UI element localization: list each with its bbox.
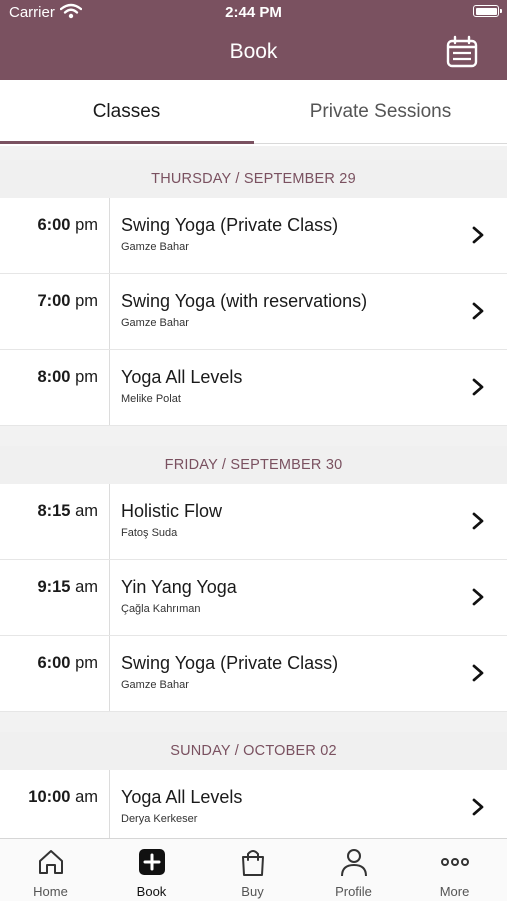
class-time: 10:00 am bbox=[28, 788, 98, 806]
page-title: Book bbox=[229, 40, 278, 63]
class-time: 9:15 am bbox=[37, 578, 98, 596]
chevron-right-icon bbox=[472, 664, 484, 682]
row-divider bbox=[109, 198, 110, 273]
tab-classes[interactable]: Classes bbox=[0, 80, 253, 146]
class-row[interactable]: 10:00 am Yoga All Levels Derya Kerkeser bbox=[0, 770, 507, 846]
tab-label: More bbox=[439, 884, 470, 899]
tab-home[interactable]: Home bbox=[0, 839, 101, 901]
person-icon bbox=[341, 849, 367, 877]
class-teacher: Gamze Bahar bbox=[121, 241, 189, 253]
calendar-icon[interactable] bbox=[445, 35, 479, 69]
tab-label: Home bbox=[33, 884, 68, 899]
chevron-right-icon bbox=[472, 226, 484, 244]
class-time: 8:15 am bbox=[37, 502, 98, 520]
day-header: SUNDAY / OCTOBER 02 bbox=[0, 732, 507, 770]
tab-selected-indicator bbox=[0, 141, 254, 144]
class-teacher: Gamze Bahar bbox=[121, 317, 189, 329]
tab-more[interactable]: More bbox=[404, 839, 505, 901]
class-name: Yoga All Levels bbox=[121, 787, 243, 807]
class-row[interactable]: 7:00 pm Swing Yoga (with reservations) G… bbox=[0, 274, 507, 350]
day-header: THURSDAY / SEPTEMBER 29 bbox=[0, 160, 507, 198]
class-row[interactable]: 8:15 am Holistic Flow Fatoş Suda bbox=[0, 484, 507, 560]
plus-square-icon bbox=[139, 849, 165, 875]
home-icon bbox=[39, 850, 63, 874]
class-schedule-list[interactable]: THURSDAY / SEPTEMBER 29 6:00 pm Swing Yo… bbox=[0, 160, 507, 846]
class-name: Swing Yoga (Private Class) bbox=[121, 215, 339, 235]
segment-tabs: Classes Private Sessions bbox=[0, 80, 507, 146]
class-teacher: Melike Polat bbox=[121, 393, 181, 405]
tab-book[interactable]: Book bbox=[101, 839, 202, 901]
class-name: Swing Yoga (Private Class) bbox=[121, 653, 339, 673]
class-name: Holistic Flow bbox=[121, 501, 223, 521]
row-divider bbox=[109, 484, 110, 559]
status-time: 2:44 PM bbox=[225, 4, 282, 21]
more-dots-icon bbox=[441, 858, 469, 866]
row-divider bbox=[109, 560, 110, 635]
row-divider bbox=[109, 274, 110, 349]
class-name: Swing Yoga (with reservations) bbox=[121, 291, 368, 311]
class-time: 8:00 pm bbox=[37, 368, 98, 386]
tab-label: Book bbox=[136, 884, 167, 899]
navigation-bar: Carrier 2:44 PM Book bbox=[0, 0, 507, 80]
tab-label: Buy bbox=[241, 884, 264, 899]
chevron-right-icon bbox=[472, 798, 484, 816]
class-time: 6:00 pm bbox=[37, 654, 98, 672]
day-header: FRIDAY / SEPTEMBER 30 bbox=[0, 446, 507, 484]
class-name: Yin Yang Yoga bbox=[121, 577, 237, 597]
chevron-right-icon bbox=[472, 302, 484, 320]
tab-label: Profile bbox=[335, 884, 372, 899]
chevron-right-icon bbox=[472, 378, 484, 396]
class-row[interactable]: 9:15 am Yin Yang Yoga Çağla Kahrıman bbox=[0, 560, 507, 636]
tab-profile[interactable]: Profile bbox=[303, 839, 404, 901]
class-teacher: Fatoş Suda bbox=[121, 527, 178, 539]
class-teacher: Derya Kerkeser bbox=[121, 813, 198, 825]
status-bar: Carrier 2:44 PM bbox=[0, 0, 507, 26]
tab-private-sessions[interactable]: Private Sessions bbox=[254, 80, 507, 146]
row-divider bbox=[109, 770, 110, 845]
chevron-right-icon bbox=[472, 588, 484, 606]
class-teacher: Gamze Bahar bbox=[121, 679, 189, 691]
shopping-bag-icon bbox=[242, 850, 264, 876]
class-row[interactable]: 8:00 pm Yoga All Levels Melike Polat bbox=[0, 350, 507, 426]
row-divider bbox=[109, 350, 110, 425]
battery-icon bbox=[473, 5, 502, 17]
class-teacher: Çağla Kahrıman bbox=[121, 603, 201, 615]
class-time: 6:00 pm bbox=[37, 216, 98, 234]
tab-buy[interactable]: Buy bbox=[202, 839, 303, 901]
bottom-tab-bar: Home Book Buy Profile More bbox=[0, 838, 507, 901]
row-divider bbox=[109, 636, 110, 711]
class-time: 7:00 pm bbox=[37, 292, 98, 310]
chevron-right-icon bbox=[472, 512, 484, 530]
class-row[interactable]: 6:00 pm Swing Yoga (Private Class) Gamze… bbox=[0, 636, 507, 712]
class-name: Yoga All Levels bbox=[121, 367, 243, 387]
class-row[interactable]: 6:00 pm Swing Yoga (Private Class) Gamze… bbox=[0, 198, 507, 274]
